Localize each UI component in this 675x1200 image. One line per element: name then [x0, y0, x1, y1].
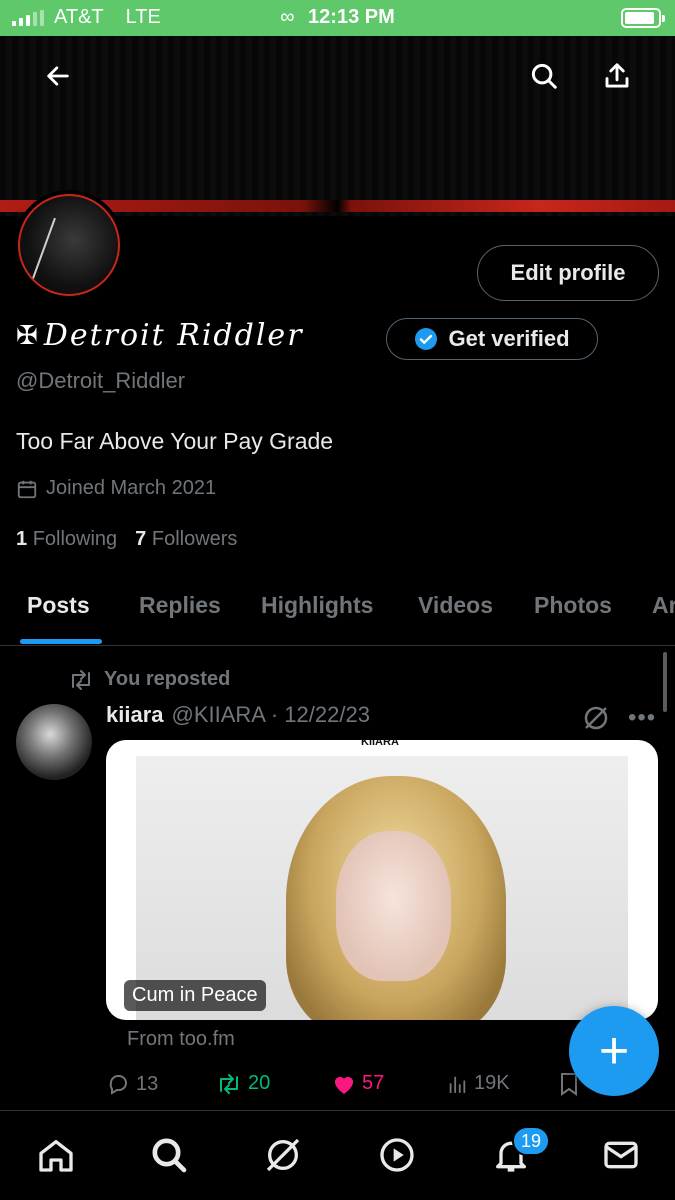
tab-replies[interactable]: Replies: [139, 592, 221, 619]
like-count: 57: [362, 1072, 385, 1094]
views-icon: [449, 1076, 466, 1093]
cross-emblem-icon: ✠: [16, 320, 38, 350]
tab-articles[interactable]: Ar: [652, 592, 675, 619]
profile-bio: Too Far Above Your Pay Grade: [16, 428, 334, 454]
profile-handle: @Detroit_Riddler: [16, 368, 186, 393]
post-author-avatar[interactable]: [16, 704, 92, 780]
post-handle-date: @KIIARA · 12/22/23: [171, 702, 370, 727]
get-verified-button[interactable]: Get verified: [386, 318, 598, 360]
video-play-icon[interactable]: [375, 1133, 419, 1177]
display-name: Detroit Riddler: [43, 318, 304, 353]
explore-search-icon[interactable]: [147, 1133, 191, 1177]
repost-label: You reposted: [104, 668, 231, 690]
tab-videos[interactable]: Videos: [418, 592, 493, 619]
repost-icon: [72, 669, 90, 690]
views-count: 19K: [474, 1072, 510, 1094]
views-button[interactable]: 19K: [446, 1072, 510, 1095]
calendar-icon: [17, 480, 37, 498]
like-button[interactable]: 57: [332, 1072, 384, 1095]
following-link[interactable]: 1 Following: [16, 528, 117, 551]
verified-badge-icon: [415, 328, 438, 350]
back-arrow-icon[interactable]: [38, 56, 78, 96]
search-icon[interactable]: [524, 56, 564, 96]
scrollbar[interactable]: [663, 652, 667, 712]
heart-icon: [335, 1076, 353, 1094]
tab-photos[interactable]: Photos: [534, 592, 612, 619]
joined-date: Joined March 2021: [16, 477, 216, 500]
post-header: kiiara @KIIARA · 12/22/23: [106, 702, 370, 728]
reply-count: 13: [136, 1072, 159, 1095]
repost-count: 20: [248, 1072, 271, 1094]
messages-envelope-icon[interactable]: [599, 1133, 643, 1177]
get-verified-label: Get verified: [448, 326, 570, 351]
followers-link[interactable]: 7 Followers: [135, 528, 237, 551]
card-title-label: Cum in Peace: [124, 980, 266, 1011]
profile-avatar[interactable]: [14, 190, 124, 300]
compose-post-button[interactable]: +: [569, 1006, 659, 1096]
more-options-icon[interactable]: •••: [628, 704, 656, 732]
battery-icon: [621, 8, 665, 28]
plus-icon: +: [598, 1022, 630, 1080]
joined-label: Joined March 2021: [46, 477, 217, 499]
tab-highlights[interactable]: Highlights: [261, 592, 373, 619]
share-icon[interactable]: [597, 56, 637, 96]
status-bar: AT&T LTE ∞ 12:13 PM: [0, 0, 675, 36]
follow-stats: 1 Following 7 Followers: [16, 528, 237, 551]
active-tab-indicator: [20, 639, 102, 644]
link-icon: ∞: [280, 6, 295, 28]
profile-banner: [0, 36, 675, 216]
profile-tabs: Posts Replies Highlights Videos Photos A…: [0, 578, 675, 646]
bottom-navigation: [0, 1110, 675, 1200]
post-author-name[interactable]: kiiara: [106, 702, 164, 728]
status-time: 12:13 PM: [308, 6, 395, 28]
display-name-row: ✠ Detroit Riddler: [16, 318, 304, 353]
reply-icon: [109, 1075, 127, 1095]
card-logo: KIIARA: [361, 740, 399, 748]
edit-profile-button[interactable]: Edit profile: [477, 245, 659, 301]
reply-button[interactable]: 13: [106, 1072, 158, 1096]
post-media-card[interactable]: KIIARA Cum in Peace: [106, 740, 658, 1020]
repost-icon: [220, 1073, 238, 1094]
grok-nav-icon[interactable]: [261, 1133, 305, 1177]
grok-icon[interactable]: [581, 703, 611, 738]
home-icon[interactable]: [34, 1133, 78, 1177]
tab-posts[interactable]: Posts: [27, 592, 90, 619]
card-source[interactable]: From too.fm: [127, 1028, 235, 1051]
notifications-badge: 19: [512, 1126, 550, 1156]
repost-indicator: You reposted: [68, 668, 230, 691]
repost-button[interactable]: 20: [216, 1072, 270, 1095]
